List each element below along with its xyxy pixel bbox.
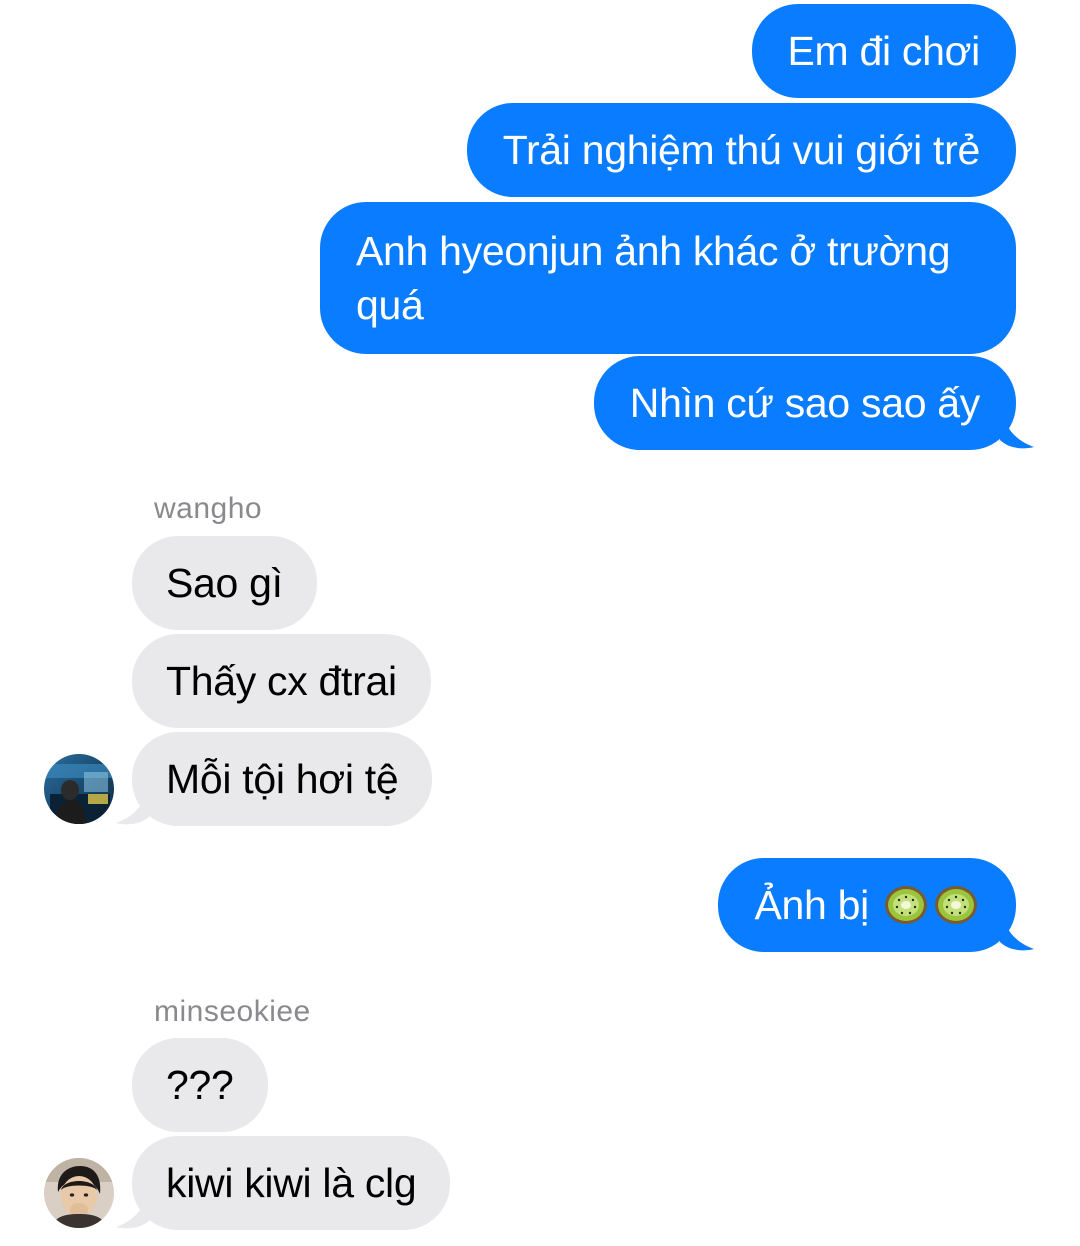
bubble-tail-icon [1000,908,1034,951]
message-text: Trải nghiệm thú vui giới trẻ [502,127,981,173]
sender-name: minseokiee [154,995,311,1028]
incoming-message[interactable]: ??? [132,1038,268,1132]
message-text: Mỗi tội hơi tệ [166,756,399,802]
bubble-tail-icon [116,1186,150,1229]
message-text: Ảnh bị [754,882,880,928]
message-text: Anh hyeonjun ảnh khác ở trường quá [356,228,951,328]
avatar[interactable] [44,754,114,824]
bubble-tail-icon [116,782,150,825]
message-text: ??? [166,1062,234,1108]
outgoing-message[interactable]: Ảnh bị [718,858,1016,952]
outgoing-message[interactable]: Em đi chơi [751,4,1016,98]
message-text: Nhìn cứ sao sao ấy [629,380,981,426]
avatar[interactable] [44,1158,114,1228]
outgoing-message[interactable]: Trải nghiệm thú vui giới trẻ [466,103,1016,197]
outgoing-message[interactable]: Anh hyeonjun ảnh khác ở trường quá [320,202,1016,354]
bubble-tail-icon [1000,406,1034,449]
message-text: Sao gì [166,560,283,606]
incoming-message[interactable]: Thấy cx đtrai [132,634,431,728]
message-text: Em đi chơi [787,28,981,74]
kiwi-emoji-icon [885,886,927,924]
incoming-message[interactable]: Sao gì [132,536,317,630]
incoming-message[interactable]: Mỗi tội hơi tệ [132,732,433,826]
sender-name: wangho [154,492,263,525]
message-text: Thấy cx đtrai [166,658,397,704]
kiwi-emoji-icon [935,886,977,924]
incoming-message[interactable]: kiwi kiwi là clg [132,1136,451,1230]
message-text: kiwi kiwi là clg [166,1160,417,1206]
outgoing-message[interactable]: Nhìn cứ sao sao ấy [593,356,1016,450]
